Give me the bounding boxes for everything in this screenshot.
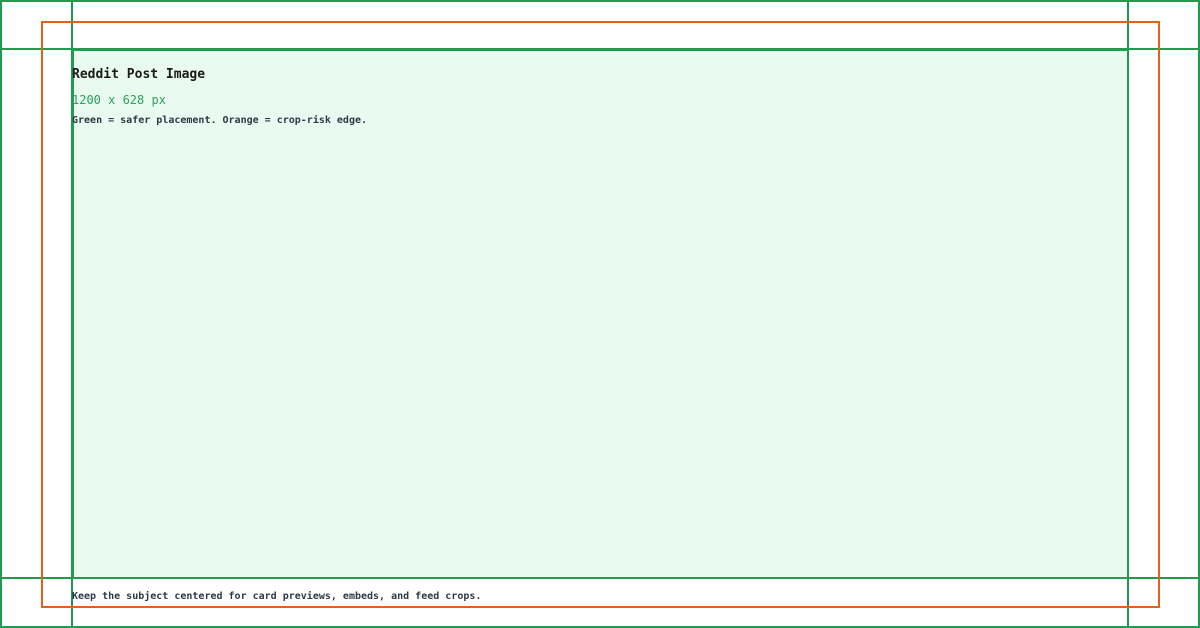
template-title: Reddit Post Image [72,67,206,82]
crop-risk-edge [41,21,1160,608]
template-dimensions: 1200 x 628 px [72,93,166,107]
placement-tip: Keep the subject centered for card previ… [72,591,482,602]
color-legend: Green = safer placement. Orange = crop-r… [72,115,368,126]
